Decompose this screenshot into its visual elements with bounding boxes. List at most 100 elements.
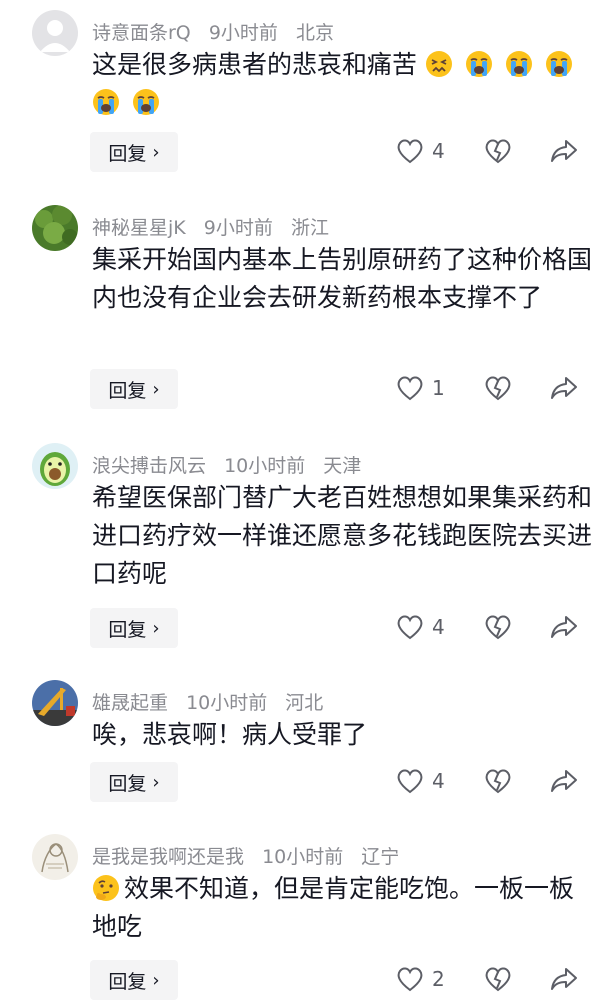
avatar[interactable] — [32, 205, 78, 251]
share-button[interactable] — [550, 138, 578, 164]
heart-icon — [397, 967, 423, 992]
like-button[interactable]: 4 — [396, 614, 445, 640]
sketch-avatar-icon — [32, 834, 78, 880]
comment-meta: 是我是我啊还是我 10小时前 辽宁 — [92, 842, 411, 869]
comment-actions: 回复 › 2 — [0, 960, 612, 1000]
dislike-button[interactable] — [484, 614, 512, 640]
username[interactable]: 浪尖搏击风云 — [92, 455, 206, 477]
comment-meta: 诗意面条rQ 9小时前 北京 — [92, 18, 346, 45]
dislike-button[interactable] — [484, 966, 512, 992]
comment-body: 希望医保部门替广大老百姓想想如果集采药和进口药疗效一样谁还愿意多花钱跑医院去买进… — [92, 483, 593, 588]
default-avatar-icon — [32, 10, 78, 56]
thinking-face-icon — [93, 875, 119, 901]
reply-button[interactable]: 回复 › — [90, 132, 178, 172]
comment-text: 集采开始国内基本上告别原研药了这种价格国内也没有企业会去研发新药根本支撑不了 — [92, 241, 597, 317]
comment-time: 10小时前 — [186, 692, 268, 714]
reply-button[interactable]: 回复 › — [90, 369, 178, 409]
comment-time: 9小时前 — [208, 22, 278, 44]
comment-meta: 浪尖搏击风云 10小时前 天津 — [92, 451, 373, 478]
comment-time: 10小时前 — [224, 455, 306, 477]
comment-actions: 回复 › 1 — [0, 369, 612, 409]
comment-location: 河北 — [285, 692, 324, 714]
reply-label: 回复 — [108, 142, 147, 165]
username[interactable]: 神秘星星jK — [92, 217, 186, 239]
share-button[interactable] — [550, 966, 578, 992]
broken-heart-icon — [485, 615, 511, 640]
reply-button[interactable]: 回复 › — [90, 762, 178, 802]
share-arrow-icon — [551, 616, 577, 638]
crying-face-icon — [505, 51, 532, 77]
comment-location: 辽宁 — [361, 846, 400, 868]
reply-label: 回复 — [108, 618, 147, 641]
avatar[interactable] — [32, 443, 78, 489]
username[interactable]: 诗意面条rQ — [92, 22, 191, 44]
username[interactable]: 是我是我啊还是我 — [92, 846, 244, 868]
chevron-right-icon: › — [152, 969, 160, 991]
comment-body: 效果不知道，但是肯定能吃饱。一板一板地吃 — [92, 874, 575, 941]
heart-icon — [397, 139, 423, 164]
crane-avatar-icon — [32, 680, 78, 726]
share-arrow-icon — [551, 968, 577, 990]
reply-button[interactable]: 回复 › — [90, 960, 178, 1000]
avocado-avatar-icon — [32, 443, 78, 489]
comment-actions: 回复 › 4 — [0, 132, 612, 172]
heart-icon — [397, 615, 423, 640]
comment-text: 这是很多病患者的悲哀和痛苦 — [92, 46, 597, 122]
like-button[interactable]: 4 — [396, 138, 445, 164]
crying-face-icon — [545, 51, 572, 77]
comment-time: 10小时前 — [262, 846, 344, 868]
chevron-right-icon: › — [152, 378, 160, 400]
like-count: 4 — [432, 615, 445, 639]
comment-meta: 雄晟起重 10小时前 河北 — [92, 688, 335, 715]
dislike-button[interactable] — [484, 375, 512, 401]
like-count: 4 — [432, 769, 445, 793]
comment-meta: 神秘星星jK 9小时前 浙江 — [92, 213, 341, 240]
like-button[interactable]: 1 — [396, 375, 445, 401]
chevron-right-icon: › — [152, 141, 160, 163]
like-count: 1 — [432, 376, 445, 400]
share-button[interactable] — [550, 614, 578, 640]
avatar[interactable] — [32, 680, 78, 726]
crying-face-icon — [465, 51, 492, 77]
comment-location: 浙江 — [290, 217, 329, 239]
reply-label: 回复 — [108, 970, 147, 993]
reply-label: 回复 — [108, 379, 147, 402]
broken-heart-icon — [485, 769, 511, 794]
comment-actions: 回复 › 4 — [0, 762, 612, 802]
avatar[interactable] — [32, 10, 78, 56]
comment-text: 希望医保部门替广大老百姓想想如果集采药和进口药疗效一样谁还愿意多花钱跑医院去买进… — [92, 479, 597, 593]
dislike-button[interactable] — [484, 768, 512, 794]
share-arrow-icon — [551, 140, 577, 162]
heart-icon — [397, 769, 423, 794]
share-arrow-icon — [551, 377, 577, 399]
dislike-button[interactable] — [484, 138, 512, 164]
username[interactable]: 雄晟起重 — [92, 692, 168, 714]
share-arrow-icon — [551, 770, 577, 792]
comment-location: 天津 — [323, 455, 362, 477]
like-count: 4 — [432, 139, 445, 163]
like-button[interactable]: 4 — [396, 768, 445, 794]
heart-icon — [397, 376, 423, 401]
avatar[interactable] — [32, 834, 78, 880]
broken-heart-icon — [485, 376, 511, 401]
comment-body: 这是很多病患者的悲哀和痛苦 — [92, 50, 418, 79]
chevron-right-icon: › — [152, 771, 160, 793]
like-count: 2 — [432, 967, 445, 991]
reply-button[interactable]: 回复 › — [90, 608, 178, 648]
share-button[interactable] — [550, 768, 578, 794]
share-button[interactable] — [550, 375, 578, 401]
broken-heart-icon — [485, 139, 511, 164]
like-button[interactable]: 2 — [396, 966, 445, 992]
crying-face-icon — [132, 89, 159, 115]
comment-text: 效果不知道，但是肯定能吃饱。一板一板地吃 — [92, 870, 597, 946]
comment-body: 集采开始国内基本上告别原研药了这种价格国内也没有企业会去研发新药根本支撑不了 — [92, 245, 593, 312]
comment-body: 唉，悲哀啊！病人受罪了 — [92, 720, 368, 749]
green-plant-avatar-icon — [32, 205, 78, 251]
comment-location: 北京 — [295, 22, 334, 44]
crying-face-icon — [93, 89, 119, 115]
comment-time: 9小时前 — [203, 217, 273, 239]
comment-text: 唉，悲哀啊！病人受罪了 — [92, 716, 597, 754]
comment-actions: 回复 › 4 — [0, 608, 612, 648]
reply-label: 回复 — [108, 772, 147, 795]
chevron-right-icon: › — [152, 617, 160, 639]
